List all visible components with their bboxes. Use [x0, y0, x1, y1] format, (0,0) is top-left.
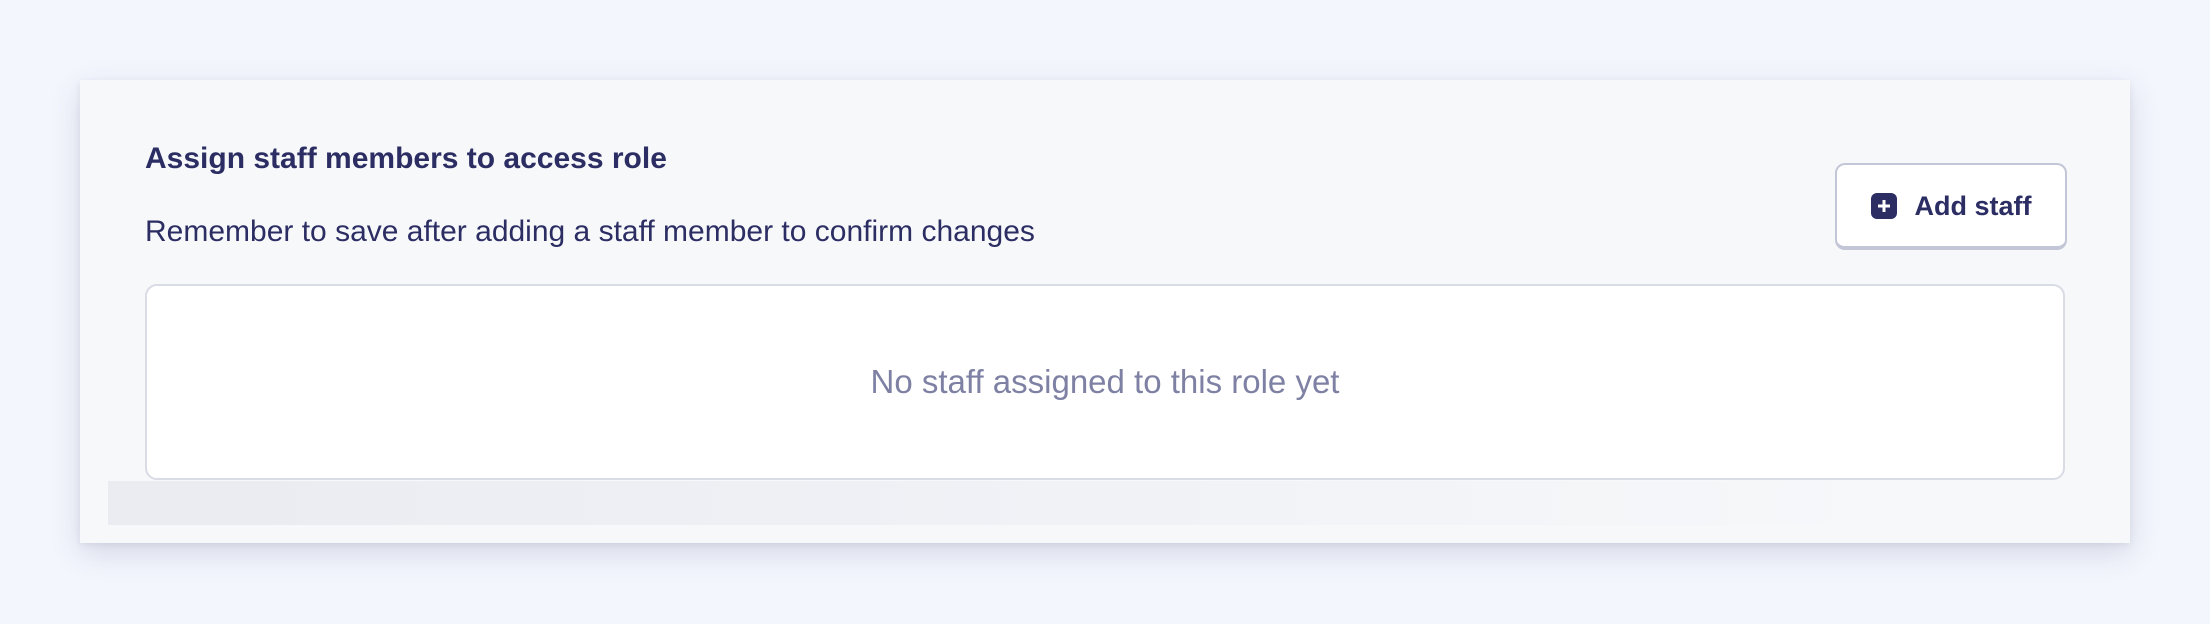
section-subtitle: Remember to save after adding a staff me… [145, 215, 1035, 248]
plus-square-icon [1870, 192, 1897, 219]
assign-staff-card: Assign staff members to access role Reme… [80, 80, 2130, 543]
staff-list-empty-state: No staff assigned to this role yet [145, 284, 2065, 480]
card-bottom-shade [108, 481, 1908, 525]
add-staff-button[interactable]: Add staff [1835, 163, 2067, 250]
add-staff-button-label: Add staff [1914, 190, 2032, 221]
section-title: Assign staff members to access role [145, 142, 667, 175]
empty-state-message: No staff assigned to this role yet [870, 363, 1340, 400]
